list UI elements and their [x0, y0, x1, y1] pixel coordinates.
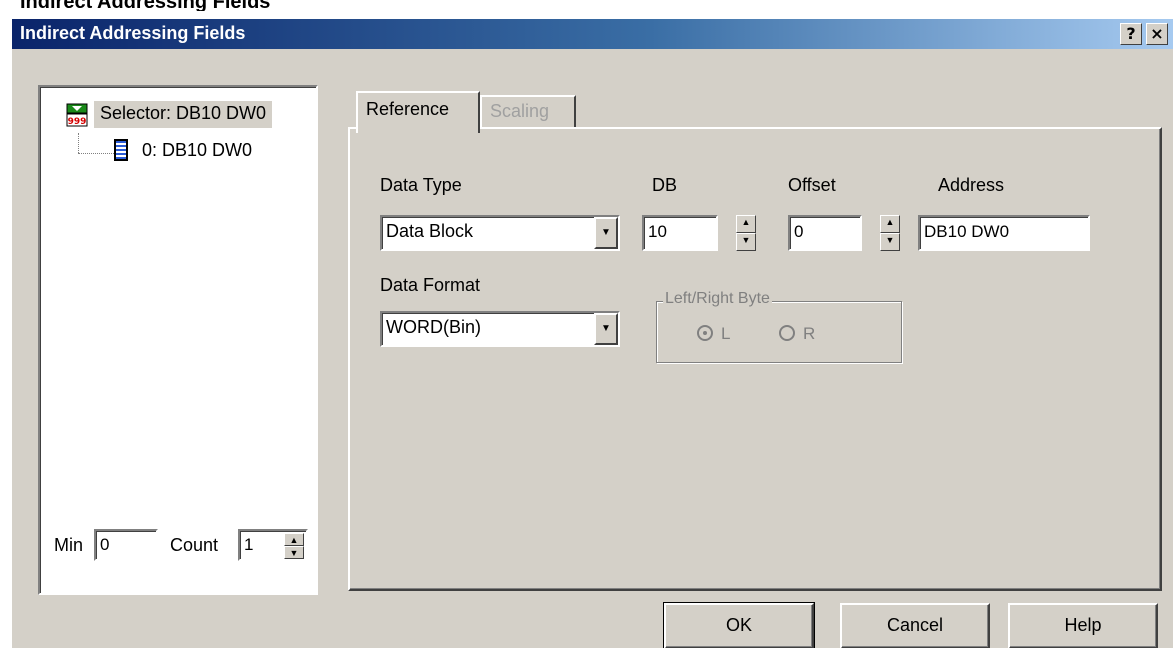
- tree-item-label: Selector: DB10 DW0: [94, 101, 273, 128]
- radio-left-label: L: [721, 324, 731, 343]
- data-format-select[interactable]: WORD(Bin) ▼: [380, 311, 620, 347]
- data-format-label: Data Format: [380, 275, 481, 295]
- selector-tree[interactable]: 999 Selector: DB10 DW0 0: DB10 DW0: [38, 85, 318, 595]
- radio-right-byte[interactable]: R: [779, 324, 815, 344]
- radio-unselected-icon: [779, 325, 795, 341]
- tree-item-entry-0[interactable]: 0: DB10 DW0: [114, 139, 253, 162]
- spin-up-icon[interactable]: ▲: [284, 533, 304, 546]
- data-type-label: Data Type: [380, 175, 462, 195]
- title-bar[interactable]: Indirect Addressing Fields ? ×: [12, 19, 1173, 49]
- tab-reference[interactable]: Reference: [356, 91, 480, 133]
- selector-icon-text: 999: [68, 117, 87, 127]
- min-label: Min: [54, 535, 84, 555]
- chevron-down-icon[interactable]: ▼: [594, 217, 618, 249]
- tab-scaling[interactable]: Scaling: [480, 95, 576, 127]
- page-heading: Indirect Addressing Fields: [20, 0, 271, 11]
- offset-stepper[interactable]: ▲ ▼: [880, 215, 900, 251]
- radio-right-label: R: [803, 324, 816, 343]
- data-type-value: Data Block: [386, 221, 474, 241]
- radio-left-byte[interactable]: L: [697, 324, 730, 344]
- left-right-byte-legend: Left/Right Byte: [663, 290, 772, 308]
- indirect-addressing-dialog: Indirect Addressing Fields ? × 999 Selec…: [10, 17, 1173, 648]
- db-stepper[interactable]: ▲ ▼: [736, 215, 756, 251]
- address-label: Address: [938, 175, 1005, 195]
- db-label: DB: [652, 175, 678, 195]
- tree-item-selector[interactable]: 999 Selector: DB10 DW0: [66, 101, 273, 128]
- window-title: Indirect Addressing Fields: [20, 23, 246, 43]
- help-button[interactable]: Help: [1008, 603, 1158, 648]
- left-right-byte-group: Left/Right Byte L R: [656, 290, 902, 363]
- ok-button[interactable]: OK: [663, 602, 815, 648]
- spin-up-icon[interactable]: ▲: [736, 215, 756, 233]
- close-button[interactable]: ×: [1146, 23, 1168, 45]
- chevron-down-icon[interactable]: ▼: [594, 313, 618, 345]
- count-stepper[interactable]: ▲ ▼: [284, 533, 304, 559]
- tree-connector: [78, 153, 116, 154]
- min-field[interactable]: 0: [94, 529, 158, 561]
- spin-up-icon[interactable]: ▲: [880, 215, 900, 233]
- address-field[interactable]: DB10 DW0: [918, 215, 1090, 251]
- cancel-button[interactable]: Cancel: [840, 603, 990, 648]
- spin-down-icon[interactable]: ▼: [284, 546, 304, 559]
- data-format-value: WORD(Bin): [386, 317, 481, 337]
- list-icon: [114, 139, 128, 162]
- db-field[interactable]: 10: [642, 215, 718, 251]
- offset-label: Offset: [788, 175, 836, 195]
- selector-999-icon: 999: [66, 103, 88, 127]
- help-titlebar-button[interactable]: ?: [1120, 23, 1142, 45]
- data-type-select[interactable]: Data Block ▼: [380, 215, 620, 251]
- count-label: Count: [170, 535, 219, 555]
- tree-connector: [78, 133, 79, 153]
- spin-down-icon[interactable]: ▼: [880, 233, 900, 251]
- offset-field[interactable]: 0: [788, 215, 862, 251]
- tree-item-label: 0: DB10 DW0: [142, 139, 253, 160]
- radio-selected-icon: [697, 325, 713, 341]
- spin-down-icon[interactable]: ▼: [736, 233, 756, 251]
